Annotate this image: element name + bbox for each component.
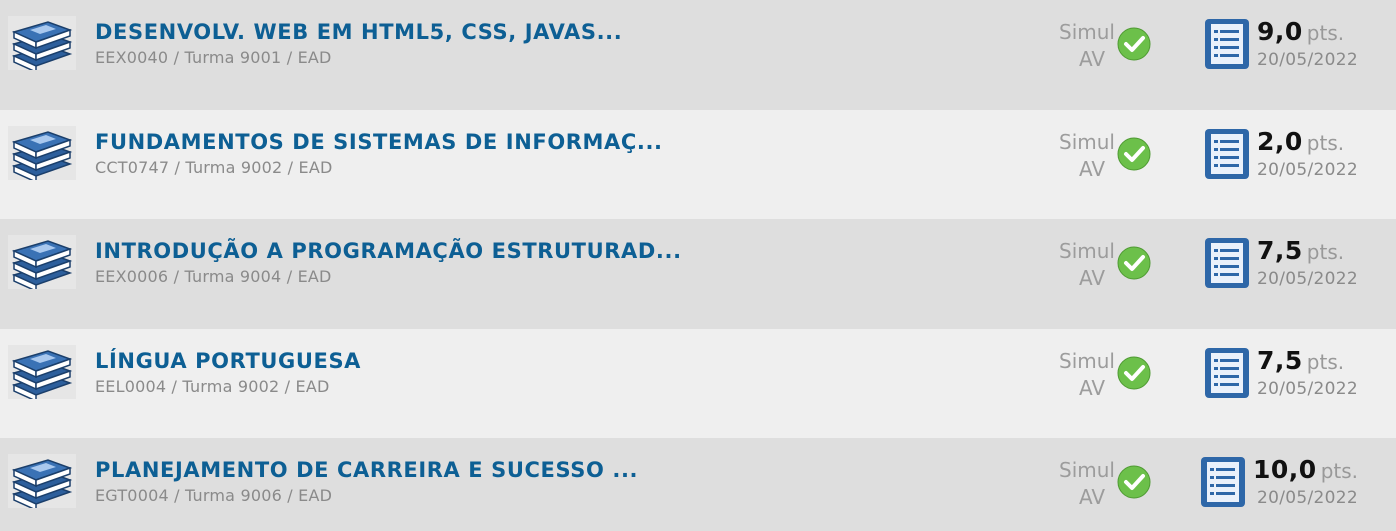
av-label[interactable]: AV — [1079, 266, 1105, 290]
course-title[interactable]: LÍNGUA PORTUGUESA — [95, 349, 361, 373]
score: 7,5 pts. — [1257, 346, 1344, 375]
course-row: FUNDAMENTOS DE SISTEMAS DE INFORMAÇ... C… — [0, 109, 1396, 219]
score-date: 20/05/2022 — [1257, 50, 1358, 70]
simul-label[interactable]: Simul — [1059, 349, 1121, 373]
score-unit: pts. — [1306, 349, 1345, 374]
course-list: DESENVOLV. WEB EM HTML5, CSS, JAVAS... E… — [0, 0, 1396, 531]
score: 2,0 pts. — [1257, 127, 1344, 156]
score-date: 20/05/2022 — [1257, 488, 1358, 508]
av-label[interactable]: AV — [1079, 47, 1105, 71]
course-code: CCT0747 / Turma 9002 / EAD — [95, 157, 333, 177]
books-stack-icon — [8, 125, 76, 180]
score-date: 20/05/2022 — [1257, 159, 1358, 180]
av-label[interactable]: AV — [1079, 376, 1105, 400]
books-stack-icon — [8, 16, 76, 70]
score: 9,0 pts. — [1257, 17, 1344, 46]
av-label[interactable]: AV — [1079, 157, 1105, 181]
score-date: 20/05/2022 — [1257, 378, 1358, 399]
books-stack-icon — [8, 235, 76, 289]
course-title[interactable]: INTRODUÇÃO A PROGRAMAÇÃO ESTRUTURAD... — [95, 239, 682, 263]
course-row: PLANEJAMENTO DE CARREIRA E SUCESSO ... E… — [0, 438, 1396, 531]
score-value: 7,5 — [1257, 236, 1303, 265]
course-code: EEX0006 / Turma 9004 / EAD — [95, 267, 332, 286]
simul-label[interactable]: Simul — [1059, 20, 1121, 44]
notepad-list-icon[interactable] — [1203, 127, 1251, 181]
course-row: INTRODUÇÃO A PROGRAMAÇÃO ESTRUTURAD... E… — [0, 219, 1396, 329]
score-date: 20/05/2022 — [1257, 269, 1358, 289]
score-value: 7,5 — [1257, 345, 1303, 375]
av-label[interactable]: AV — [1079, 485, 1105, 509]
course-title[interactable]: DESENVOLV. WEB EM HTML5, CSS, JAVAS... — [95, 20, 622, 44]
notepad-list-icon[interactable] — [1203, 346, 1251, 400]
course-row: DESENVOLV. WEB EM HTML5, CSS, JAVAS... E… — [0, 0, 1396, 110]
course-row: LÍNGUA PORTUGUESA EEL0004 / Turma 9002 /… — [0, 328, 1396, 438]
score-value: 10,0 — [1253, 455, 1317, 484]
books-stack-icon — [8, 344, 76, 399]
green-check-icon — [1117, 465, 1151, 499]
score-unit: pts. — [1320, 459, 1359, 483]
simul-label[interactable]: Simul — [1059, 458, 1121, 482]
course-title[interactable]: FUNDAMENTOS DE SISTEMAS DE INFORMAÇ... — [95, 130, 663, 154]
score-value: 9,0 — [1257, 17, 1303, 46]
score: 7,5 pts. — [1257, 236, 1344, 265]
notepad-list-icon[interactable] — [1203, 17, 1251, 71]
notepad-list-icon[interactable] — [1199, 455, 1247, 509]
course-code: EGT0004 / Turma 9006 / EAD — [95, 486, 333, 505]
green-check-icon — [1117, 27, 1151, 61]
books-stack-icon — [8, 454, 76, 508]
notepad-list-icon[interactable] — [1203, 236, 1251, 290]
course-title[interactable]: PLANEJAMENTO DE CARREIRA E SUCESSO ... — [95, 458, 638, 482]
score: 10,0 pts. — [1253, 455, 1358, 484]
score-unit: pts. — [1306, 240, 1345, 264]
course-code: EEX0040 / Turma 9001 / EAD — [95, 48, 332, 67]
course-code: EEL0004 / Turma 9002 / EAD — [95, 376, 330, 396]
green-check-icon — [1117, 246, 1151, 280]
green-check-icon — [1117, 356, 1151, 389]
green-check-icon — [1117, 137, 1151, 170]
score-unit: pts. — [1306, 130, 1345, 155]
simul-label[interactable]: Simul — [1059, 130, 1121, 154]
score-unit: pts. — [1306, 21, 1345, 45]
score-value: 2,0 — [1257, 126, 1303, 156]
simul-label[interactable]: Simul — [1059, 239, 1121, 263]
